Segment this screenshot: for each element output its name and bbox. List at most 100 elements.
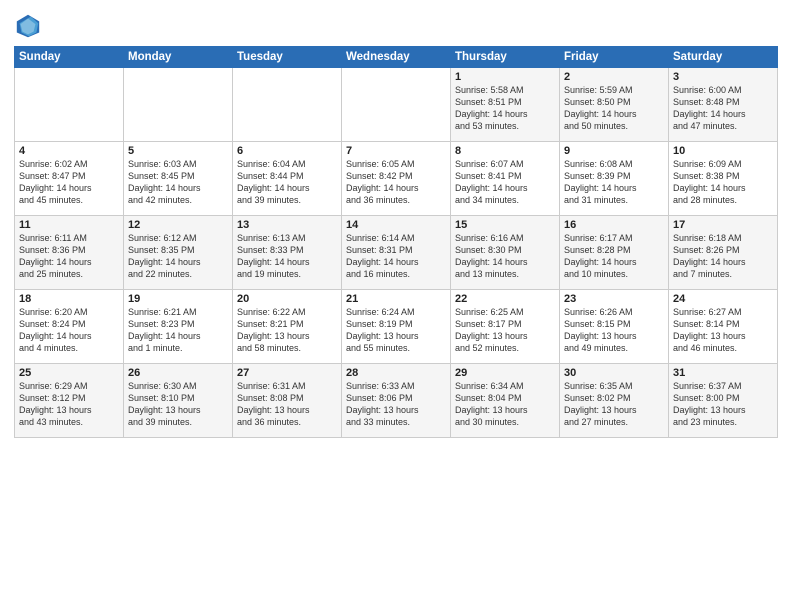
calendar-day-cell: 17Sunrise: 6:18 AMSunset: 8:26 PMDayligh…	[669, 216, 778, 290]
weekday-header: Monday	[124, 47, 233, 68]
calendar-day-cell: 29Sunrise: 6:34 AMSunset: 8:04 PMDayligh…	[451, 364, 560, 438]
logo-icon	[14, 12, 42, 40]
day-number: 27	[237, 367, 337, 379]
calendar-day-cell: 25Sunrise: 6:29 AMSunset: 8:12 PMDayligh…	[15, 364, 124, 438]
calendar-day-cell: 27Sunrise: 6:31 AMSunset: 8:08 PMDayligh…	[233, 364, 342, 438]
calendar-day-cell: 20Sunrise: 6:22 AMSunset: 8:21 PMDayligh…	[233, 290, 342, 364]
day-number: 31	[673, 367, 773, 379]
day-number: 8	[455, 145, 555, 157]
day-number: 2	[564, 71, 664, 83]
calendar-day-cell: 8Sunrise: 6:07 AMSunset: 8:41 PMDaylight…	[451, 142, 560, 216]
day-info: Sunrise: 6:33 AMSunset: 8:06 PMDaylight:…	[346, 380, 446, 429]
day-info: Sunrise: 6:17 AMSunset: 8:28 PMDaylight:…	[564, 232, 664, 281]
day-info: Sunrise: 5:58 AMSunset: 8:51 PMDaylight:…	[455, 84, 555, 133]
day-number: 18	[19, 293, 119, 305]
calendar-header: SundayMondayTuesdayWednesdayThursdayFrid…	[15, 47, 778, 68]
day-number: 22	[455, 293, 555, 305]
logo	[14, 12, 46, 40]
day-number: 24	[673, 293, 773, 305]
day-number: 20	[237, 293, 337, 305]
day-number: 13	[237, 219, 337, 231]
day-number: 3	[673, 71, 773, 83]
day-info: Sunrise: 6:34 AMSunset: 8:04 PMDaylight:…	[455, 380, 555, 429]
day-number: 11	[19, 219, 119, 231]
calendar-day-cell	[15, 68, 124, 142]
day-info: Sunrise: 6:05 AMSunset: 8:42 PMDaylight:…	[346, 158, 446, 207]
day-info: Sunrise: 6:21 AMSunset: 8:23 PMDaylight:…	[128, 306, 228, 355]
day-info: Sunrise: 5:59 AMSunset: 8:50 PMDaylight:…	[564, 84, 664, 133]
day-info: Sunrise: 6:16 AMSunset: 8:30 PMDaylight:…	[455, 232, 555, 281]
day-number: 4	[19, 145, 119, 157]
day-number: 1	[455, 71, 555, 83]
calendar-day-cell: 7Sunrise: 6:05 AMSunset: 8:42 PMDaylight…	[342, 142, 451, 216]
calendar-day-cell: 11Sunrise: 6:11 AMSunset: 8:36 PMDayligh…	[15, 216, 124, 290]
calendar-day-cell: 19Sunrise: 6:21 AMSunset: 8:23 PMDayligh…	[124, 290, 233, 364]
day-info: Sunrise: 6:29 AMSunset: 8:12 PMDaylight:…	[19, 380, 119, 429]
day-number: 6	[237, 145, 337, 157]
calendar-day-cell: 3Sunrise: 6:00 AMSunset: 8:48 PMDaylight…	[669, 68, 778, 142]
day-info: Sunrise: 6:37 AMSunset: 8:00 PMDaylight:…	[673, 380, 773, 429]
day-info: Sunrise: 6:24 AMSunset: 8:19 PMDaylight:…	[346, 306, 446, 355]
day-number: 28	[346, 367, 446, 379]
calendar-table: SundayMondayTuesdayWednesdayThursdayFrid…	[14, 46, 778, 438]
day-number: 25	[19, 367, 119, 379]
day-info: Sunrise: 6:08 AMSunset: 8:39 PMDaylight:…	[564, 158, 664, 207]
day-info: Sunrise: 6:12 AMSunset: 8:35 PMDaylight:…	[128, 232, 228, 281]
day-info: Sunrise: 6:07 AMSunset: 8:41 PMDaylight:…	[455, 158, 555, 207]
day-number: 5	[128, 145, 228, 157]
calendar-day-cell: 26Sunrise: 6:30 AMSunset: 8:10 PMDayligh…	[124, 364, 233, 438]
weekday-header: Saturday	[669, 47, 778, 68]
day-info: Sunrise: 6:00 AMSunset: 8:48 PMDaylight:…	[673, 84, 773, 133]
day-number: 17	[673, 219, 773, 231]
calendar-day-cell	[124, 68, 233, 142]
day-number: 30	[564, 367, 664, 379]
day-number: 9	[564, 145, 664, 157]
calendar-day-cell: 23Sunrise: 6:26 AMSunset: 8:15 PMDayligh…	[560, 290, 669, 364]
weekday-row: SundayMondayTuesdayWednesdayThursdayFrid…	[15, 47, 778, 68]
day-number: 26	[128, 367, 228, 379]
day-info: Sunrise: 6:26 AMSunset: 8:15 PMDaylight:…	[564, 306, 664, 355]
day-info: Sunrise: 6:04 AMSunset: 8:44 PMDaylight:…	[237, 158, 337, 207]
calendar-day-cell	[233, 68, 342, 142]
day-number: 16	[564, 219, 664, 231]
calendar-day-cell: 28Sunrise: 6:33 AMSunset: 8:06 PMDayligh…	[342, 364, 451, 438]
calendar-day-cell: 12Sunrise: 6:12 AMSunset: 8:35 PMDayligh…	[124, 216, 233, 290]
day-info: Sunrise: 6:02 AMSunset: 8:47 PMDaylight:…	[19, 158, 119, 207]
weekday-header: Wednesday	[342, 47, 451, 68]
day-info: Sunrise: 6:03 AMSunset: 8:45 PMDaylight:…	[128, 158, 228, 207]
calendar-day-cell: 10Sunrise: 6:09 AMSunset: 8:38 PMDayligh…	[669, 142, 778, 216]
day-info: Sunrise: 6:13 AMSunset: 8:33 PMDaylight:…	[237, 232, 337, 281]
calendar-day-cell: 31Sunrise: 6:37 AMSunset: 8:00 PMDayligh…	[669, 364, 778, 438]
day-number: 19	[128, 293, 228, 305]
day-info: Sunrise: 6:20 AMSunset: 8:24 PMDaylight:…	[19, 306, 119, 355]
day-number: 15	[455, 219, 555, 231]
calendar-day-cell: 14Sunrise: 6:14 AMSunset: 8:31 PMDayligh…	[342, 216, 451, 290]
day-info: Sunrise: 6:14 AMSunset: 8:31 PMDaylight:…	[346, 232, 446, 281]
weekday-header: Sunday	[15, 47, 124, 68]
calendar-week-row: 1Sunrise: 5:58 AMSunset: 8:51 PMDaylight…	[15, 68, 778, 142]
calendar-day-cell: 30Sunrise: 6:35 AMSunset: 8:02 PMDayligh…	[560, 364, 669, 438]
calendar-week-row: 11Sunrise: 6:11 AMSunset: 8:36 PMDayligh…	[15, 216, 778, 290]
day-info: Sunrise: 6:27 AMSunset: 8:14 PMDaylight:…	[673, 306, 773, 355]
day-info: Sunrise: 6:22 AMSunset: 8:21 PMDaylight:…	[237, 306, 337, 355]
day-number: 12	[128, 219, 228, 231]
day-number: 14	[346, 219, 446, 231]
calendar-day-cell: 16Sunrise: 6:17 AMSunset: 8:28 PMDayligh…	[560, 216, 669, 290]
calendar-week-row: 4Sunrise: 6:02 AMSunset: 8:47 PMDaylight…	[15, 142, 778, 216]
day-info: Sunrise: 6:11 AMSunset: 8:36 PMDaylight:…	[19, 232, 119, 281]
day-number: 21	[346, 293, 446, 305]
calendar-day-cell: 24Sunrise: 6:27 AMSunset: 8:14 PMDayligh…	[669, 290, 778, 364]
day-number: 29	[455, 367, 555, 379]
day-info: Sunrise: 6:25 AMSunset: 8:17 PMDaylight:…	[455, 306, 555, 355]
day-number: 7	[346, 145, 446, 157]
calendar-day-cell	[342, 68, 451, 142]
calendar-day-cell: 5Sunrise: 6:03 AMSunset: 8:45 PMDaylight…	[124, 142, 233, 216]
header	[14, 12, 778, 40]
calendar-week-row: 18Sunrise: 6:20 AMSunset: 8:24 PMDayligh…	[15, 290, 778, 364]
day-info: Sunrise: 6:31 AMSunset: 8:08 PMDaylight:…	[237, 380, 337, 429]
calendar-week-row: 25Sunrise: 6:29 AMSunset: 8:12 PMDayligh…	[15, 364, 778, 438]
calendar-day-cell: 4Sunrise: 6:02 AMSunset: 8:47 PMDaylight…	[15, 142, 124, 216]
weekday-header: Tuesday	[233, 47, 342, 68]
calendar-day-cell: 15Sunrise: 6:16 AMSunset: 8:30 PMDayligh…	[451, 216, 560, 290]
day-info: Sunrise: 6:18 AMSunset: 8:26 PMDaylight:…	[673, 232, 773, 281]
